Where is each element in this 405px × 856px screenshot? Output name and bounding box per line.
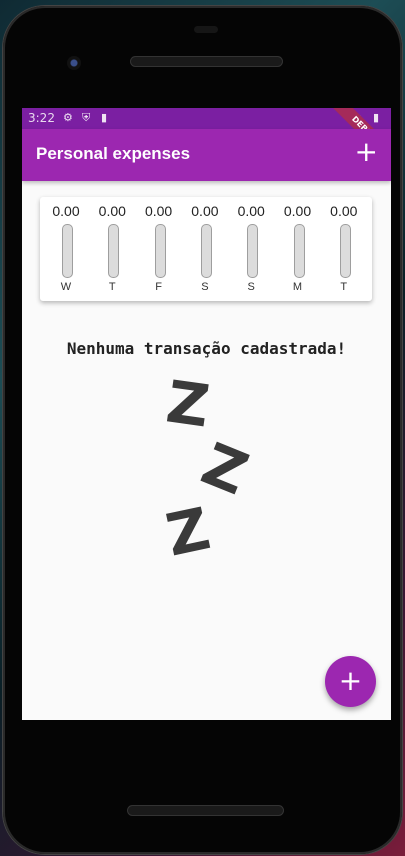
- z-letter-3: Z: [160, 494, 216, 570]
- chart-bar-4: 0.00 S: [231, 197, 271, 301]
- app-bar: Personal expenses +: [22, 129, 391, 181]
- bar-day-label: S: [201, 281, 209, 293]
- bar-track: [293, 224, 305, 278]
- bar-day-label: M: [292, 281, 303, 293]
- bar-amount: 0.00: [237, 203, 265, 219]
- status-bar: 3:22 ⚙ ⛨ ▮ ▾ ▮ DEBUG: [22, 108, 391, 173]
- status-time: 3:22: [28, 111, 55, 125]
- sd-card-icon: ▮: [101, 111, 108, 124]
- bar-amount: 0.00: [52, 203, 80, 219]
- z-letter-1: Z: [162, 367, 214, 441]
- bottom-speaker: [127, 805, 284, 816]
- bar-track: [339, 224, 351, 278]
- z-letter-2: Z: [192, 429, 258, 509]
- bar-track: [62, 224, 73, 278]
- bar-day-label: T: [108, 281, 116, 293]
- empty-state-message: Nenhuma transação cadastrada!: [66, 339, 347, 358]
- bar-track: [247, 224, 259, 278]
- shield-icon: ⛨: [82, 111, 91, 124]
- app-title: Personal expenses: [36, 144, 191, 163]
- weekly-chart: 0.00 W 0.00 T 0.00 F 0.00 S 0.00 S 0.00 M 0.00 T: [40, 197, 372, 301]
- bar-day-label: W: [60, 281, 72, 293]
- bar-track: [200, 224, 212, 278]
- chart-bar-2: 0.00 F: [139, 197, 179, 301]
- chart-bar-6: 0.00 T: [324, 197, 364, 301]
- bar-track: [108, 224, 120, 278]
- app-screen: 3:22 ⚙ ⛨ ▮ ▾ ▮ DEBUG Personal expenses +…: [22, 108, 391, 720]
- bar-amount: 0.00: [191, 203, 219, 219]
- chart-bar-1: 0.00 T: [92, 197, 132, 301]
- bar-amount: 0.00: [330, 203, 358, 219]
- top-speaker: [130, 56, 283, 67]
- bar-track: [154, 224, 166, 278]
- bar-day-label: T: [340, 281, 348, 293]
- add-transaction-button[interactable]: +: [355, 138, 378, 166]
- bar-day-label: S: [247, 281, 255, 293]
- gear-icon: ⚙: [63, 111, 73, 124]
- bar-amount: 0.00: [283, 203, 312, 219]
- chart-bar-3: 0.00 S: [185, 197, 225, 301]
- chart-bar-0: 0.00 W: [46, 197, 86, 301]
- bar-amount: 0.00: [98, 203, 126, 219]
- front-camera: [67, 56, 81, 70]
- phone-frame: 3:22 ⚙ ⛨ ▮ ▾ ▮ DEBUG Personal expenses +…: [3, 6, 402, 854]
- bar-day-label: F: [155, 281, 162, 293]
- battery-icon: ▮: [373, 111, 380, 124]
- bar-amount: 0.00: [144, 203, 173, 219]
- top-notch: [194, 26, 218, 33]
- chart-bar-5: 0.00 M: [278, 197, 318, 301]
- add-transaction-fab[interactable]: +: [325, 656, 376, 707]
